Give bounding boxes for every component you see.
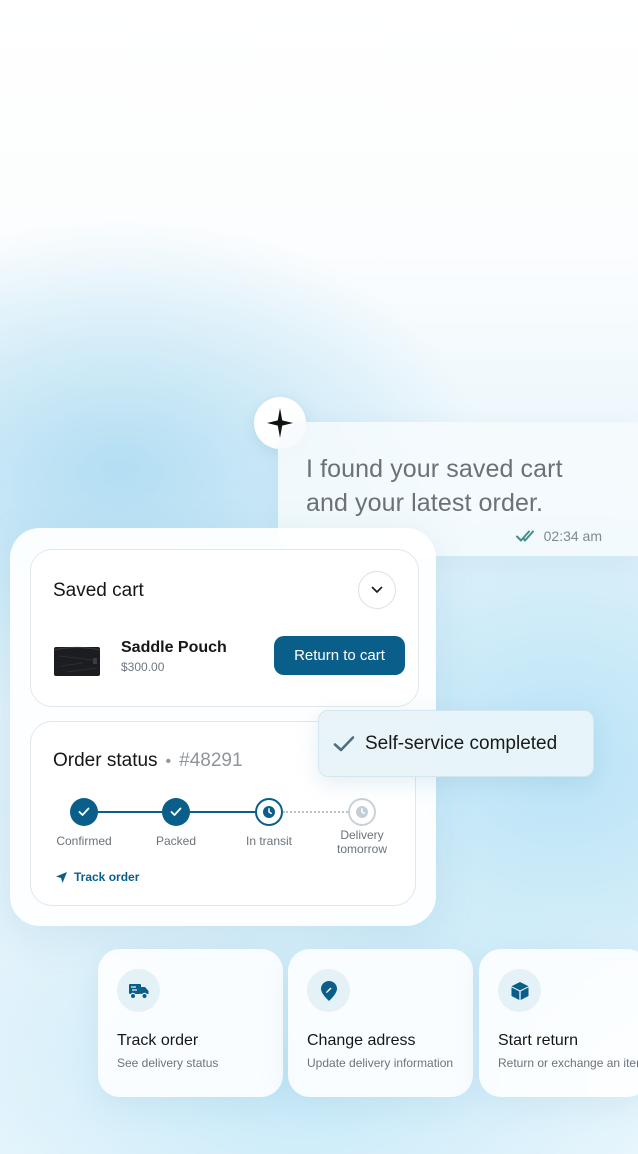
action-subtitle: Return or exchange an item — [498, 1056, 638, 1070]
saved-cart-card: Saved cart Saddle Pouch $300.00 Return t… — [30, 549, 419, 707]
order-progress-tracker: Confirmed Packed In transit Delivery tom… — [31, 798, 417, 878]
track-order-link-label: Track order — [74, 870, 140, 884]
step-in-transit-indicator — [255, 798, 283, 826]
product-thumbnail — [53, 644, 101, 678]
action-title: Track order — [117, 1032, 199, 1049]
step-label: Confirmed — [56, 834, 112, 848]
action-card-change-address[interactable]: Change adress Update delivery informatio… — [288, 949, 473, 1097]
product-name: Saddle Pouch — [121, 639, 227, 656]
step-label: Packed — [155, 834, 197, 848]
step-packed-indicator — [162, 798, 190, 826]
check-icon — [78, 807, 90, 816]
order-separator: • — [165, 753, 172, 770]
message-time: 02:34 am — [543, 528, 602, 544]
truck-icon — [128, 983, 148, 999]
order-number: #48291 — [179, 750, 243, 771]
action-title: Change adress — [307, 1032, 416, 1049]
box-icon — [511, 981, 528, 1000]
navigation-arrow-icon — [56, 871, 67, 883]
badge-text: Self-service completed — [365, 732, 558, 754]
step-confirmed-indicator — [70, 798, 98, 826]
self-service-completed-badge: Self-service completed — [318, 710, 594, 777]
step-label: Delivery tomorrow — [336, 828, 387, 856]
assistant-message-text: I found your saved cart and your latest … — [306, 455, 563, 517]
chevron-down-icon — [371, 586, 383, 593]
action-icon-wrap — [307, 969, 350, 1012]
clock-icon — [263, 806, 275, 818]
saved-cart-toggle-button[interactable] — [358, 571, 396, 609]
double-check-icon — [515, 530, 534, 542]
check-icon — [333, 735, 355, 751]
action-card-start-return[interactable]: Start return Return or exchange an item — [479, 949, 638, 1097]
step-delivery-indicator — [348, 798, 376, 826]
track-order-link[interactable]: Track order — [55, 870, 139, 884]
action-subtitle: Update delivery information — [307, 1056, 454, 1070]
action-icon-wrap — [117, 969, 160, 1012]
action-icon-wrap — [498, 969, 541, 1012]
action-card-track-order[interactable]: Track order See delivery status — [98, 949, 283, 1097]
saved-cart-title: Saved cart — [53, 580, 144, 601]
step-label: In transit — [245, 834, 293, 848]
progress-line-pending — [283, 811, 351, 813]
product-price: $300.00 — [121, 660, 165, 674]
message-meta: 02:34 am — [515, 528, 602, 544]
order-status-title: Order status — [53, 750, 158, 771]
order-status-heading: Order status • #48291 — [53, 750, 243, 772]
check-icon — [170, 807, 182, 816]
location-pin-icon — [320, 980, 337, 1001]
return-to-cart-button[interactable]: Return to cart — [274, 636, 405, 675]
progress-line — [189, 811, 265, 813]
clock-icon — [356, 806, 368, 818]
action-title: Start return — [498, 1032, 579, 1049]
action-subtitle: See delivery status — [117, 1056, 219, 1070]
